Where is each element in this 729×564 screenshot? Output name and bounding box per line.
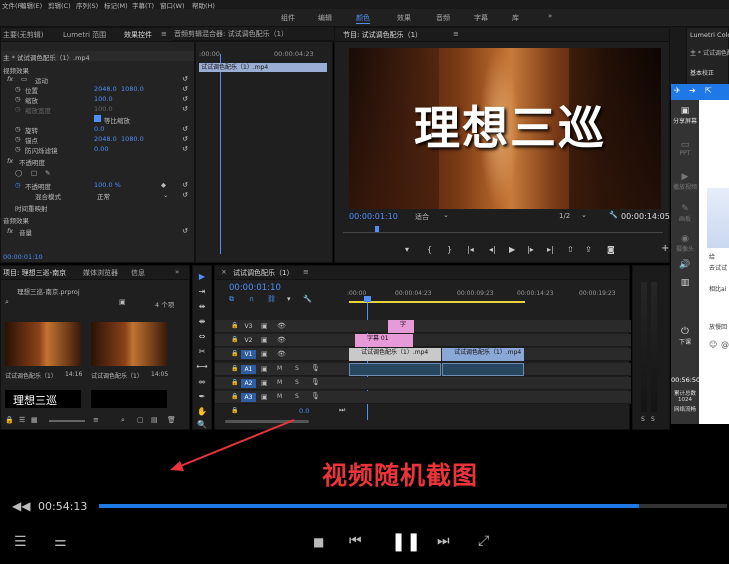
- fullscreen-icon[interactable]: ⤢: [478, 533, 489, 549]
- player-progress-track[interactable]: [99, 504, 727, 508]
- rewind-icon[interactable]: ◀◀: [12, 499, 30, 513]
- app-root: 文件(F) 编辑(E) 剪辑(C) 序列(S) 标记(M) 字幕(T) 窗口(W…: [0, 0, 729, 564]
- next-icon[interactable]: ⏭: [437, 533, 450, 549]
- previous-icon[interactable]: ⏮: [349, 533, 362, 549]
- stop-icon[interactable]: ■: [313, 535, 324, 549]
- player-controls: ◀◀ 00:54:13 ☰ ⚌ ■ ⏮ ❚❚ ⏭ ⤢: [0, 490, 729, 564]
- player-progress-fill: [99, 504, 640, 508]
- pause-icon[interactable]: ❚❚: [391, 531, 421, 552]
- annotation-text: 视频随机截图: [322, 461, 479, 490]
- player-current-time: 00:54:13: [38, 500, 88, 513]
- settings-sliders-icon[interactable]: ⚌: [54, 534, 67, 550]
- playlist-icon[interactable]: ☰: [14, 534, 27, 550]
